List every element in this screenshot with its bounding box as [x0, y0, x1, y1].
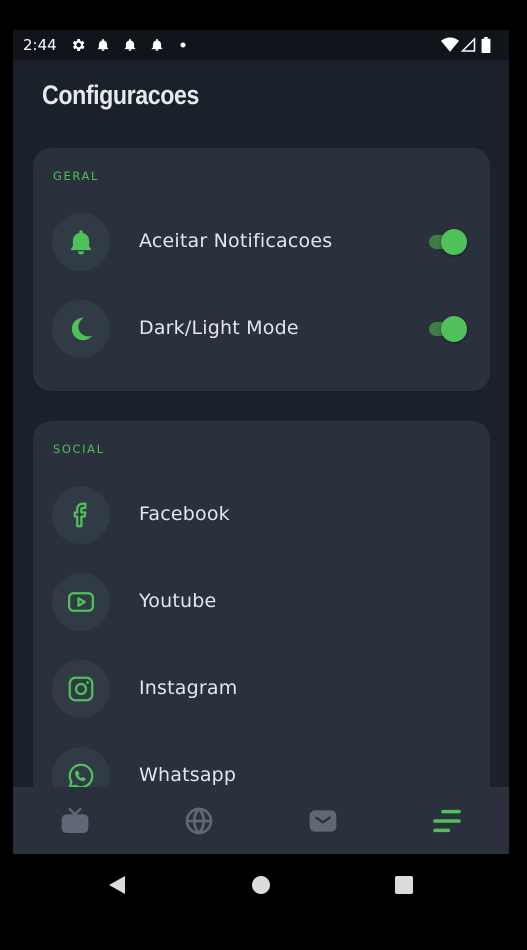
icon-circle	[52, 660, 110, 718]
menu-icon	[433, 809, 461, 833]
home-button[interactable]	[250, 874, 272, 896]
system-nav-bar	[0, 854, 527, 950]
signal-icon	[461, 37, 476, 52]
app-screen: 2:44 Configuracoes GERAL Aceitar Notific…	[13, 30, 509, 854]
nav-item-tv[interactable]	[59, 805, 91, 837]
recents-icon	[395, 876, 413, 894]
instagram-icon	[68, 676, 94, 702]
icon-circle	[52, 486, 110, 544]
social-card: SOCIAL Facebook Youtube Instagram Whatsa…	[33, 421, 490, 841]
nav-item-globe[interactable]	[183, 805, 215, 837]
dot-icon	[180, 42, 186, 48]
icon-circle	[52, 573, 110, 631]
setting-row-notifications[interactable]: Aceitar Notificacoes	[33, 212, 490, 272]
setting-label: Aceitar Notificacoes	[139, 230, 333, 252]
globe-icon	[185, 807, 213, 835]
nav-item-menu[interactable]	[431, 805, 463, 837]
wifi-icon	[441, 37, 459, 52]
facebook-icon	[73, 502, 87, 528]
status-bar: 2:44	[13, 30, 509, 60]
moon-icon	[71, 317, 93, 341]
back-icon	[109, 876, 125, 894]
home-icon	[252, 876, 270, 894]
tv-icon	[61, 807, 89, 833]
general-settings-card: GERAL Aceitar Notificacoes Dark/Light Mo…	[33, 148, 490, 391]
bell-icon	[97, 38, 109, 51]
section-header-general: GERAL	[53, 169, 99, 183]
bell-icon	[151, 38, 163, 51]
gear-icon	[72, 39, 85, 51]
social-row-youtube[interactable]: Youtube	[33, 572, 490, 632]
youtube-icon	[68, 592, 94, 612]
mail-icon	[309, 810, 337, 832]
toggle-thumb	[441, 316, 467, 342]
status-time: 2:44	[23, 36, 57, 54]
social-label: Instagram	[139, 677, 238, 699]
social-label: Youtube	[139, 590, 217, 612]
nav-item-mail[interactable]	[307, 805, 339, 837]
social-row-instagram[interactable]: Instagram	[33, 659, 490, 719]
recents-button[interactable]	[393, 874, 415, 896]
social-label: Whatsapp	[139, 764, 237, 786]
battery-icon	[481, 37, 491, 53]
section-header-social: SOCIAL	[53, 442, 105, 456]
bottom-nav	[13, 787, 509, 854]
social-label: Facebook	[139, 503, 230, 525]
icon-circle	[52, 300, 110, 358]
social-row-facebook[interactable]: Facebook	[33, 485, 490, 545]
page-title: Configuracoes	[42, 80, 199, 110]
back-button[interactable]	[106, 874, 128, 896]
bell-icon	[124, 38, 136, 51]
icon-circle	[52, 213, 110, 271]
dark-mode-toggle[interactable]	[427, 315, 467, 343]
setting-row-dark-mode[interactable]: Dark/Light Mode	[33, 299, 490, 359]
notifications-toggle[interactable]	[427, 228, 467, 256]
setting-label: Dark/Light Mode	[139, 317, 299, 339]
status-system-icons	[441, 37, 501, 53]
bell-icon	[71, 230, 91, 255]
toggle-thumb	[441, 229, 467, 255]
